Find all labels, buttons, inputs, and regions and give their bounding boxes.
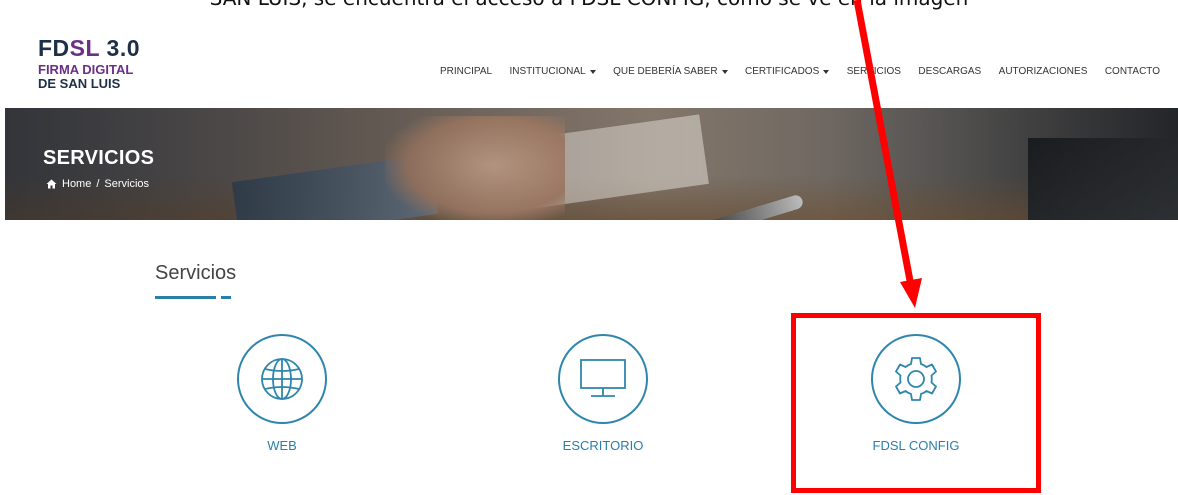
annotation-arrow-icon: [853, 0, 922, 308]
